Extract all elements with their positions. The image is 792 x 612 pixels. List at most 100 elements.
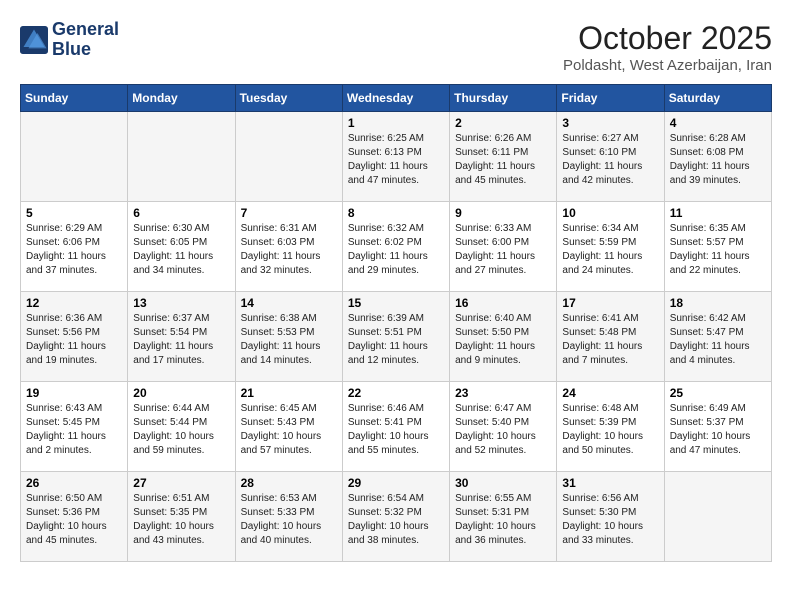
day-info: Sunrise: 6:27 AM Sunset: 6:10 PM Dayligh… — [562, 132, 658, 188]
day-cell: 12 Sunrise: 6:36 AM Sunset: 5:56 PM Dayli… — [21, 292, 128, 382]
day-number: 21 — [241, 386, 337, 400]
day-cell — [128, 112, 235, 202]
day-number: 29 — [348, 476, 444, 490]
day-cell — [235, 112, 342, 202]
day-number: 20 — [133, 386, 229, 400]
day-number: 22 — [348, 386, 444, 400]
logo-text: General Blue — [52, 20, 119, 60]
day-info: Sunrise: 6:46 AM Sunset: 5:41 PM Dayligh… — [348, 402, 444, 458]
day-info: Sunrise: 6:35 AM Sunset: 5:57 PM Dayligh… — [670, 222, 766, 278]
day-info: Sunrise: 6:51 AM Sunset: 5:35 PM Dayligh… — [133, 492, 229, 548]
day-info: Sunrise: 6:26 AM Sunset: 6:11 PM Dayligh… — [455, 132, 551, 188]
day-cell: 20Sunrise: 6:44 AM Sunset: 5:44 PM Dayli… — [128, 382, 235, 472]
day-info: Sunrise: 6:30 AM Sunset: 6:05 PM Dayligh… — [133, 222, 229, 278]
day-cell: 6 Sunrise: 6:30 AM Sunset: 6:05 PM Daylig… — [128, 202, 235, 292]
day-info: Sunrise: 6:33 AM Sunset: 6:00 PM Dayligh… — [455, 222, 551, 278]
day-info: Sunrise: 6:55 AM Sunset: 5:31 PM Dayligh… — [455, 492, 551, 548]
day-cell: 5 Sunrise: 6:29 AM Sunset: 6:06 PM Daylig… — [21, 202, 128, 292]
day-number: 25 — [670, 386, 766, 400]
week-row-4: 19Sunrise: 6:43 AM Sunset: 5:45 PM Dayli… — [21, 382, 772, 472]
calendar-table: SundayMondayTuesdayWednesdayThursdayFrid… — [20, 84, 772, 562]
day-info: Sunrise: 6:32 AM Sunset: 6:02 PM Dayligh… — [348, 222, 444, 278]
day-number: 9 — [455, 206, 551, 220]
day-info: Sunrise: 6:48 AM Sunset: 5:39 PM Dayligh… — [562, 402, 658, 458]
day-number: 16 — [455, 296, 551, 310]
title-block: October 2025 Poldasht, West Azerbaijan, … — [563, 20, 772, 74]
day-number: 5 — [26, 206, 122, 220]
day-cell: 7 Sunrise: 6:31 AM Sunset: 6:03 PM Daylig… — [235, 202, 342, 292]
day-cell: 4Sunrise: 6:28 AM Sunset: 6:08 PM Daylig… — [664, 112, 771, 202]
column-header-tuesday: Tuesday — [235, 85, 342, 112]
logo: General Blue — [20, 20, 119, 60]
day-cell — [664, 472, 771, 562]
day-cell: 27 Sunrise: 6:51 AM Sunset: 5:35 PM Dayli… — [128, 472, 235, 562]
day-cell: 19Sunrise: 6:43 AM Sunset: 5:45 PM Dayli… — [21, 382, 128, 472]
day-number: 7 — [241, 206, 337, 220]
day-info: Sunrise: 6:34 AM Sunset: 5:59 PM Dayligh… — [562, 222, 658, 278]
day-info: Sunrise: 6:37 AM Sunset: 5:54 PM Dayligh… — [133, 312, 229, 368]
day-info: Sunrise: 6:54 AM Sunset: 5:32 PM Dayligh… — [348, 492, 444, 548]
day-cell: 29 Sunrise: 6:54 AM Sunset: 5:32 PM Dayli… — [342, 472, 449, 562]
day-info: Sunrise: 6:28 AM Sunset: 6:08 PM Dayligh… — [670, 132, 766, 188]
day-number: 13 — [133, 296, 229, 310]
week-row-2: 5 Sunrise: 6:29 AM Sunset: 6:06 PM Daylig… — [21, 202, 772, 292]
day-number: 19 — [26, 386, 122, 400]
day-info: Sunrise: 6:47 AM Sunset: 5:40 PM Dayligh… — [455, 402, 551, 458]
day-number: 26 — [26, 476, 122, 490]
day-cell: 21 Sunrise: 6:45 AM Sunset: 5:43 PM Dayli… — [235, 382, 342, 472]
day-number: 30 — [455, 476, 551, 490]
page-header: General Blue October 2025 Poldasht, West… — [20, 20, 772, 74]
day-info: Sunrise: 6:42 AM Sunset: 5:47 PM Dayligh… — [670, 312, 766, 368]
day-cell: 8 Sunrise: 6:32 AM Sunset: 6:02 PM Daylig… — [342, 202, 449, 292]
day-cell: 22 Sunrise: 6:46 AM Sunset: 5:41 PM Dayli… — [342, 382, 449, 472]
day-info: Sunrise: 6:39 AM Sunset: 5:51 PM Dayligh… — [348, 312, 444, 368]
week-row-1: 1Sunrise: 6:25 AM Sunset: 6:13 PM Daylig… — [21, 112, 772, 202]
day-cell: 17Sunrise: 6:41 AM Sunset: 5:48 PM Dayli… — [557, 292, 664, 382]
day-cell: 11Sunrise: 6:35 AM Sunset: 5:57 PM Dayli… — [664, 202, 771, 292]
day-number: 23 — [455, 386, 551, 400]
page-title: October 2025 — [563, 20, 772, 57]
day-info: Sunrise: 6:56 AM Sunset: 5:30 PM Dayligh… — [562, 492, 658, 548]
day-number: 17 — [562, 296, 658, 310]
day-number: 15 — [348, 296, 444, 310]
day-cell: 25 Sunrise: 6:49 AM Sunset: 5:37 PM Dayli… — [664, 382, 771, 472]
day-cell: 2 Sunrise: 6:26 AM Sunset: 6:11 PM Daylig… — [450, 112, 557, 202]
column-header-friday: Friday — [557, 85, 664, 112]
day-cell: 31Sunrise: 6:56 AM Sunset: 5:30 PM Dayli… — [557, 472, 664, 562]
column-header-saturday: Saturday — [664, 85, 771, 112]
week-row-5: 26Sunrise: 6:50 AM Sunset: 5:36 PM Dayli… — [21, 472, 772, 562]
day-number: 10 — [562, 206, 658, 220]
day-number: 24 — [562, 386, 658, 400]
day-cell: 26Sunrise: 6:50 AM Sunset: 5:36 PM Dayli… — [21, 472, 128, 562]
day-cell: 28 Sunrise: 6:53 AM Sunset: 5:33 PM Dayli… — [235, 472, 342, 562]
day-cell: 3 Sunrise: 6:27 AM Sunset: 6:10 PM Daylig… — [557, 112, 664, 202]
day-number: 18 — [670, 296, 766, 310]
day-cell: 16Sunrise: 6:40 AM Sunset: 5:50 PM Dayli… — [450, 292, 557, 382]
column-header-monday: Monday — [128, 85, 235, 112]
day-cell — [21, 112, 128, 202]
day-cell: 24 Sunrise: 6:48 AM Sunset: 5:39 PM Dayli… — [557, 382, 664, 472]
day-number: 6 — [133, 206, 229, 220]
day-cell: 10 Sunrise: 6:34 AM Sunset: 5:59 PM Dayli… — [557, 202, 664, 292]
day-info: Sunrise: 6:53 AM Sunset: 5:33 PM Dayligh… — [241, 492, 337, 548]
day-info: Sunrise: 6:49 AM Sunset: 5:37 PM Dayligh… — [670, 402, 766, 458]
column-header-wednesday: Wednesday — [342, 85, 449, 112]
day-info: Sunrise: 6:36 AM Sunset: 5:56 PM Dayligh… — [26, 312, 122, 368]
day-number: 27 — [133, 476, 229, 490]
day-info: Sunrise: 6:38 AM Sunset: 5:53 PM Dayligh… — [241, 312, 337, 368]
week-row-3: 12 Sunrise: 6:36 AM Sunset: 5:56 PM Dayli… — [21, 292, 772, 382]
column-header-sunday: Sunday — [21, 85, 128, 112]
day-info: Sunrise: 6:29 AM Sunset: 6:06 PM Dayligh… — [26, 222, 122, 278]
day-number: 2 — [455, 116, 551, 130]
day-info: Sunrise: 6:31 AM Sunset: 6:03 PM Dayligh… — [241, 222, 337, 278]
day-number: 3 — [562, 116, 658, 130]
day-number: 12 — [26, 296, 122, 310]
day-number: 8 — [348, 206, 444, 220]
day-number: 1 — [348, 116, 444, 130]
day-cell: 23 Sunrise: 6:47 AM Sunset: 5:40 PM Dayli… — [450, 382, 557, 472]
day-number: 28 — [241, 476, 337, 490]
day-cell: 1Sunrise: 6:25 AM Sunset: 6:13 PM Daylig… — [342, 112, 449, 202]
logo-icon — [20, 26, 48, 54]
day-info: Sunrise: 6:45 AM Sunset: 5:43 PM Dayligh… — [241, 402, 337, 458]
day-cell: 14Sunrise: 6:38 AM Sunset: 5:53 PM Dayli… — [235, 292, 342, 382]
